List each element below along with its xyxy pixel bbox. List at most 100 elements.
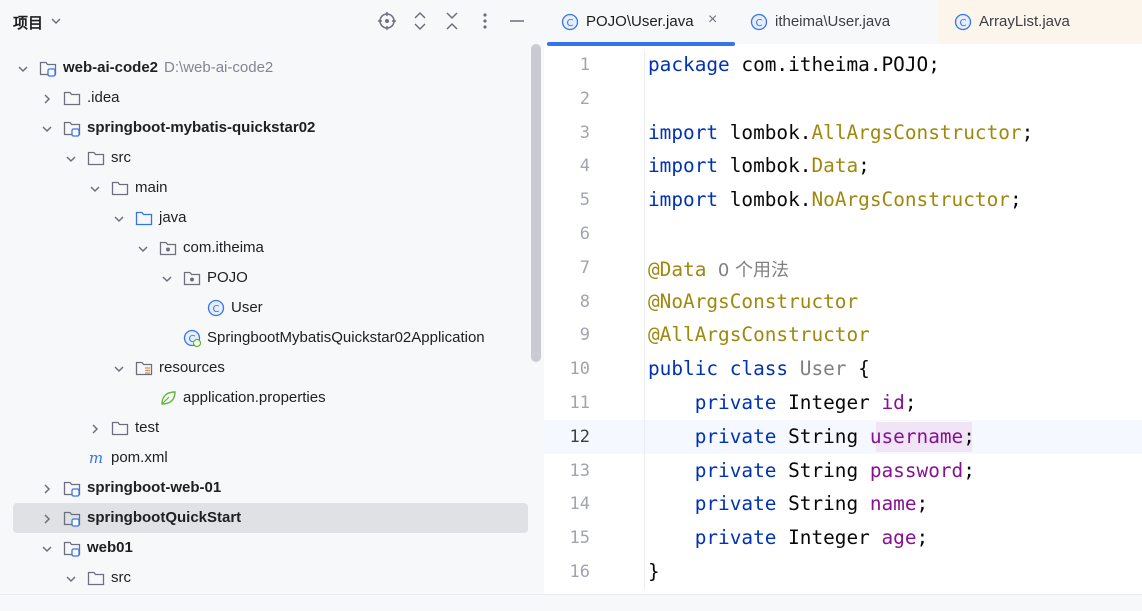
code-line[interactable]: @Data 0 个用法 xyxy=(648,256,789,282)
tree-item[interactable]: web-ai-code2 D:\web-ai-code2 xyxy=(0,53,530,83)
chevron-down-icon[interactable] xyxy=(113,212,125,224)
locate-icon[interactable] xyxy=(377,11,397,31)
code-line[interactable]: package com.itheima.POJO; xyxy=(648,53,940,76)
chevron-down-icon[interactable] xyxy=(137,242,149,254)
line-number: 5 xyxy=(579,190,590,211)
tree-item[interactable]: springboot-mybatis-quickstar02 xyxy=(0,113,530,143)
tree-item[interactable]: test xyxy=(0,413,530,443)
tree-item[interactable]: src xyxy=(0,563,530,593)
project-panel-title[interactable]: 项目 xyxy=(13,12,43,33)
svg-text:C: C xyxy=(567,18,574,29)
code-token: name xyxy=(869,492,917,516)
tab-itheima-user-java[interactable]: C itheima\User.java xyxy=(744,0,934,44)
tree-item[interactable]: web01 xyxy=(0,533,530,563)
line-number: 16 xyxy=(569,562,590,582)
tab-pojo-user-java[interactable]: C POJO\User.java × xyxy=(544,0,736,44)
spring-boot-class-icon: C xyxy=(183,329,202,348)
code-token: 0 个用法 xyxy=(706,259,789,281)
code-token: User xyxy=(799,357,847,381)
module-folder-icon xyxy=(63,539,81,557)
chevron-right-icon[interactable] xyxy=(41,92,53,104)
tree-item[interactable]: src xyxy=(0,143,530,173)
class-icon: C xyxy=(954,13,972,31)
module-folder-icon xyxy=(63,119,81,137)
tree-item[interactable]: m pom.xml xyxy=(0,443,530,473)
expand-all-icon[interactable] xyxy=(410,11,430,31)
tree-item[interactable]: C SpringbootMybatisQuickstar02Application xyxy=(0,323,530,353)
code-token: class xyxy=(729,357,800,381)
tree-item[interactable]: POJO xyxy=(0,263,530,293)
chevron-down-icon[interactable] xyxy=(50,14,62,32)
line-number: 12 xyxy=(569,426,590,447)
tree-item[interactable]: java xyxy=(0,203,530,233)
chevron-right-icon[interactable] xyxy=(41,512,53,524)
chevron-down-icon[interactable] xyxy=(161,272,173,284)
class-icon: C xyxy=(561,13,579,31)
chevron-down-icon[interactable] xyxy=(89,182,101,194)
chevron-down-icon[interactable] xyxy=(65,152,77,164)
code-token: package xyxy=(648,53,742,76)
code-line[interactable]: private Integer age; xyxy=(648,526,929,550)
folder-icon xyxy=(111,179,129,197)
tree-item-label: springboot-mybatis-quickstar02 xyxy=(87,119,316,136)
code-token: import xyxy=(648,188,730,212)
chevron-down-icon[interactable] xyxy=(41,122,53,134)
chevron-down-icon[interactable] xyxy=(41,542,53,554)
chevron-right-icon[interactable] xyxy=(89,422,101,434)
chevron-down-icon[interactable] xyxy=(17,62,29,74)
gutter-separator xyxy=(644,50,645,590)
tree-item[interactable]: application.properties xyxy=(0,383,530,413)
folder-icon xyxy=(111,419,129,437)
tree-item-label: springbootQuickStart xyxy=(87,509,242,526)
code-line[interactable]: private Integer id; xyxy=(648,391,917,414)
chevron-down-icon[interactable] xyxy=(113,362,125,374)
code-line[interactable]: public class User { xyxy=(648,357,870,380)
chevron-down-icon[interactable] xyxy=(65,572,77,584)
code-line[interactable]: private String name; xyxy=(648,492,929,516)
minimize-icon[interactable] xyxy=(507,11,527,31)
line-number: 4 xyxy=(579,156,590,177)
tree-item[interactable]: com.itheima xyxy=(0,233,530,263)
code-line[interactable]: } xyxy=(648,560,660,583)
tree-item[interactable]: .idea xyxy=(0,83,530,113)
code-token: ; xyxy=(1021,120,1034,144)
code-token: Integer xyxy=(788,526,882,550)
code-token: id xyxy=(881,391,905,414)
code-token: ; xyxy=(963,458,975,482)
more-options-icon[interactable] xyxy=(475,11,495,31)
status-bar xyxy=(0,594,1142,611)
tree-item-label: pom.xml xyxy=(111,449,168,466)
code-token: private xyxy=(648,458,789,482)
close-icon[interactable]: × xyxy=(708,11,717,29)
code-token: lombok. xyxy=(729,188,812,212)
code-token: { xyxy=(846,357,870,381)
code-line[interactable]: import lombok.Data; xyxy=(648,154,870,177)
tree-item[interactable]: springboot-web-01 xyxy=(0,473,530,503)
tree-item-label: application.properties xyxy=(183,389,326,406)
line-number: 6 xyxy=(579,224,590,244)
tree-item[interactable]: C User xyxy=(0,293,530,323)
project-tree-scrollbar[interactable] xyxy=(531,44,541,362)
code-line[interactable]: import lombok.NoArgsConstructor; xyxy=(648,188,1022,211)
collapse-all-icon[interactable] xyxy=(442,11,462,31)
folder-icon xyxy=(87,569,105,587)
code-token: private xyxy=(648,391,789,414)
chevron-right-icon[interactable] xyxy=(41,482,53,494)
code-line[interactable]: @AllArgsConstructor xyxy=(648,323,870,346)
maven-icon: m xyxy=(87,449,105,467)
code-line[interactable]: @NoArgsConstructor xyxy=(648,290,858,313)
code-token: username xyxy=(869,424,964,448)
code-line[interactable]: private String password; xyxy=(648,459,975,482)
tree-item[interactable]: main xyxy=(0,173,530,203)
tree-item-label: src xyxy=(111,569,131,586)
spring-properties-icon xyxy=(159,389,177,407)
code-line[interactable]: private String username; xyxy=(648,425,975,448)
tab-arraylist-java[interactable]: C ArrayList.java xyxy=(938,0,1142,44)
tree-item[interactable]: springbootQuickStart xyxy=(13,503,528,533)
tab-label: ArrayList.java xyxy=(979,13,1070,30)
code-line[interactable]: import lombok.AllArgsConstructor; xyxy=(648,121,1033,144)
code-token: String xyxy=(788,424,870,448)
code-token: @AllArgsConstructor xyxy=(648,323,870,347)
tree-item[interactable]: resources xyxy=(0,353,530,383)
tab-label: itheima\User.java xyxy=(775,13,891,30)
